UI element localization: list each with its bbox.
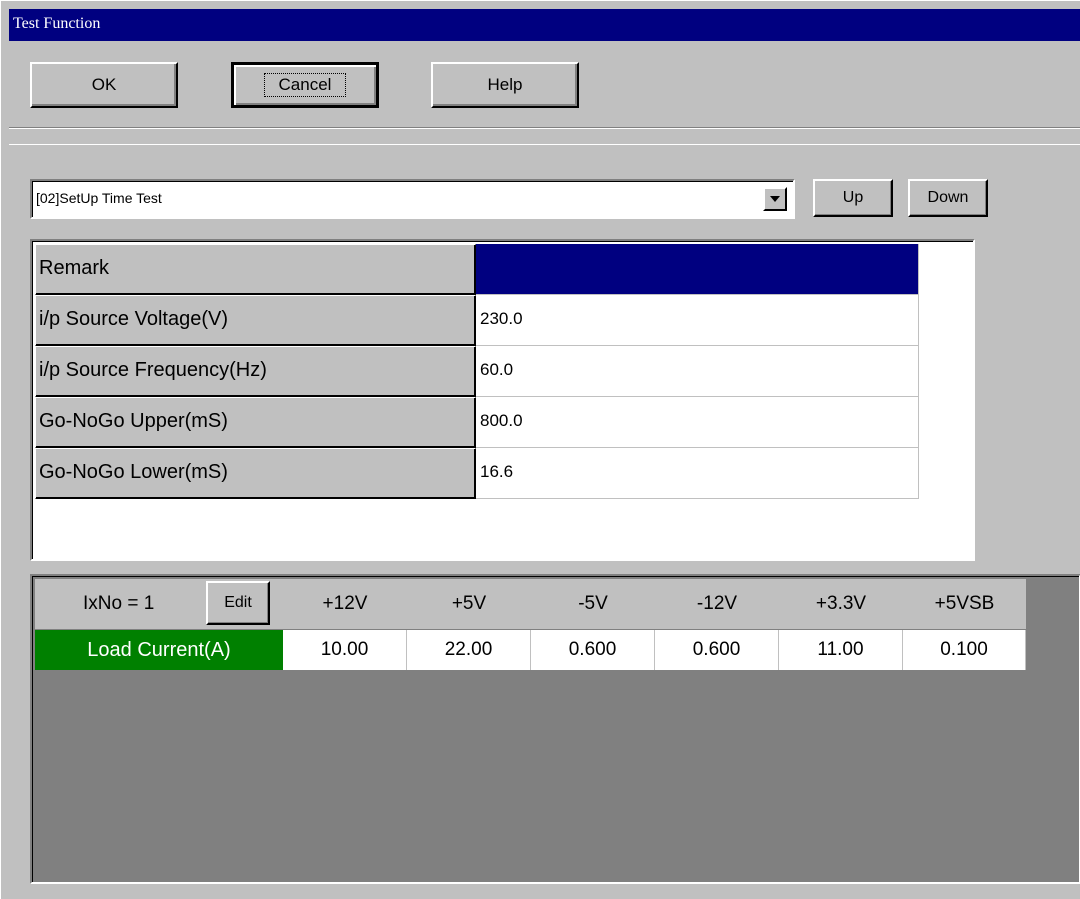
load-current-cell[interactable]: 0.100 (903, 630, 1026, 670)
window-title: Test Function (13, 15, 101, 32)
ok-button[interactable]: OK (30, 62, 178, 108)
column-header: -5V (531, 579, 655, 629)
param-label-remark: Remark (35, 244, 476, 295)
param-value-source-frequency[interactable]: 60.0 (476, 346, 919, 397)
ok-button-label: OK (91, 75, 117, 94)
load-current-grid: IxNo = 1 Edit +12V +5V -5V -12V +3.3V +5… (30, 574, 1080, 884)
column-header: -12V (655, 579, 779, 629)
toolbar-separator (9, 127, 1080, 145)
param-value-gonogo-upper[interactable]: 800.0 (476, 397, 919, 448)
cancel-button-label: Cancel (263, 73, 347, 97)
param-label-gonogo-upper: Go-NoGo Upper(mS) (35, 397, 476, 448)
dropdown-arrow-icon[interactable] (763, 187, 787, 211)
column-header: +5V (407, 579, 531, 629)
load-current-cell[interactable]: 10.00 (283, 630, 407, 670)
down-button-label: Down (927, 189, 969, 206)
up-button[interactable]: Up (813, 179, 893, 217)
test-parameters-grid: Remark i/p Source Voltage(V) 230.0 i/p S… (30, 239, 975, 561)
param-value-source-voltage[interactable]: 230.0 (476, 295, 919, 346)
help-button-label: Help (487, 75, 523, 94)
index-label: IxNo = 1 (83, 593, 155, 614)
column-header: +3.3V (779, 579, 903, 629)
edit-button[interactable]: Edit (206, 581, 270, 625)
load-current-cell[interactable]: 0.600 (531, 630, 655, 670)
load-current-cell[interactable]: 0.600 (655, 630, 779, 670)
up-button-label: Up (842, 189, 864, 206)
param-label-source-voltage: i/p Source Voltage(V) (35, 295, 476, 346)
cancel-button[interactable]: Cancel (231, 62, 379, 108)
help-button[interactable]: Help (431, 62, 579, 108)
down-button[interactable]: Down (908, 179, 988, 217)
param-label-source-frequency: i/p Source Frequency(Hz) (35, 346, 476, 397)
param-label-gonogo-lower: Go-NoGo Lower(mS) (35, 448, 476, 499)
load-current-cell[interactable]: 22.00 (407, 630, 531, 670)
test-function-window: Test Function OK Cancel Help [02]SetUp T… (0, 0, 1080, 899)
edit-button-label: Edit (224, 594, 252, 611)
title-bar: Test Function (9, 9, 1080, 41)
column-header: +5VSB (903, 579, 1026, 629)
param-value-remark[interactable] (476, 244, 919, 295)
test-step-select[interactable]: [02]SetUp Time Test (30, 179, 795, 219)
param-value-gonogo-lower[interactable]: 16.6 (476, 448, 919, 499)
load-current-row-label: Load Current(A) (35, 630, 283, 670)
column-header: +12V (283, 579, 407, 629)
test-step-select-value: [02]SetUp Time Test (36, 190, 162, 206)
load-current-cell[interactable]: 11.00 (779, 630, 903, 670)
